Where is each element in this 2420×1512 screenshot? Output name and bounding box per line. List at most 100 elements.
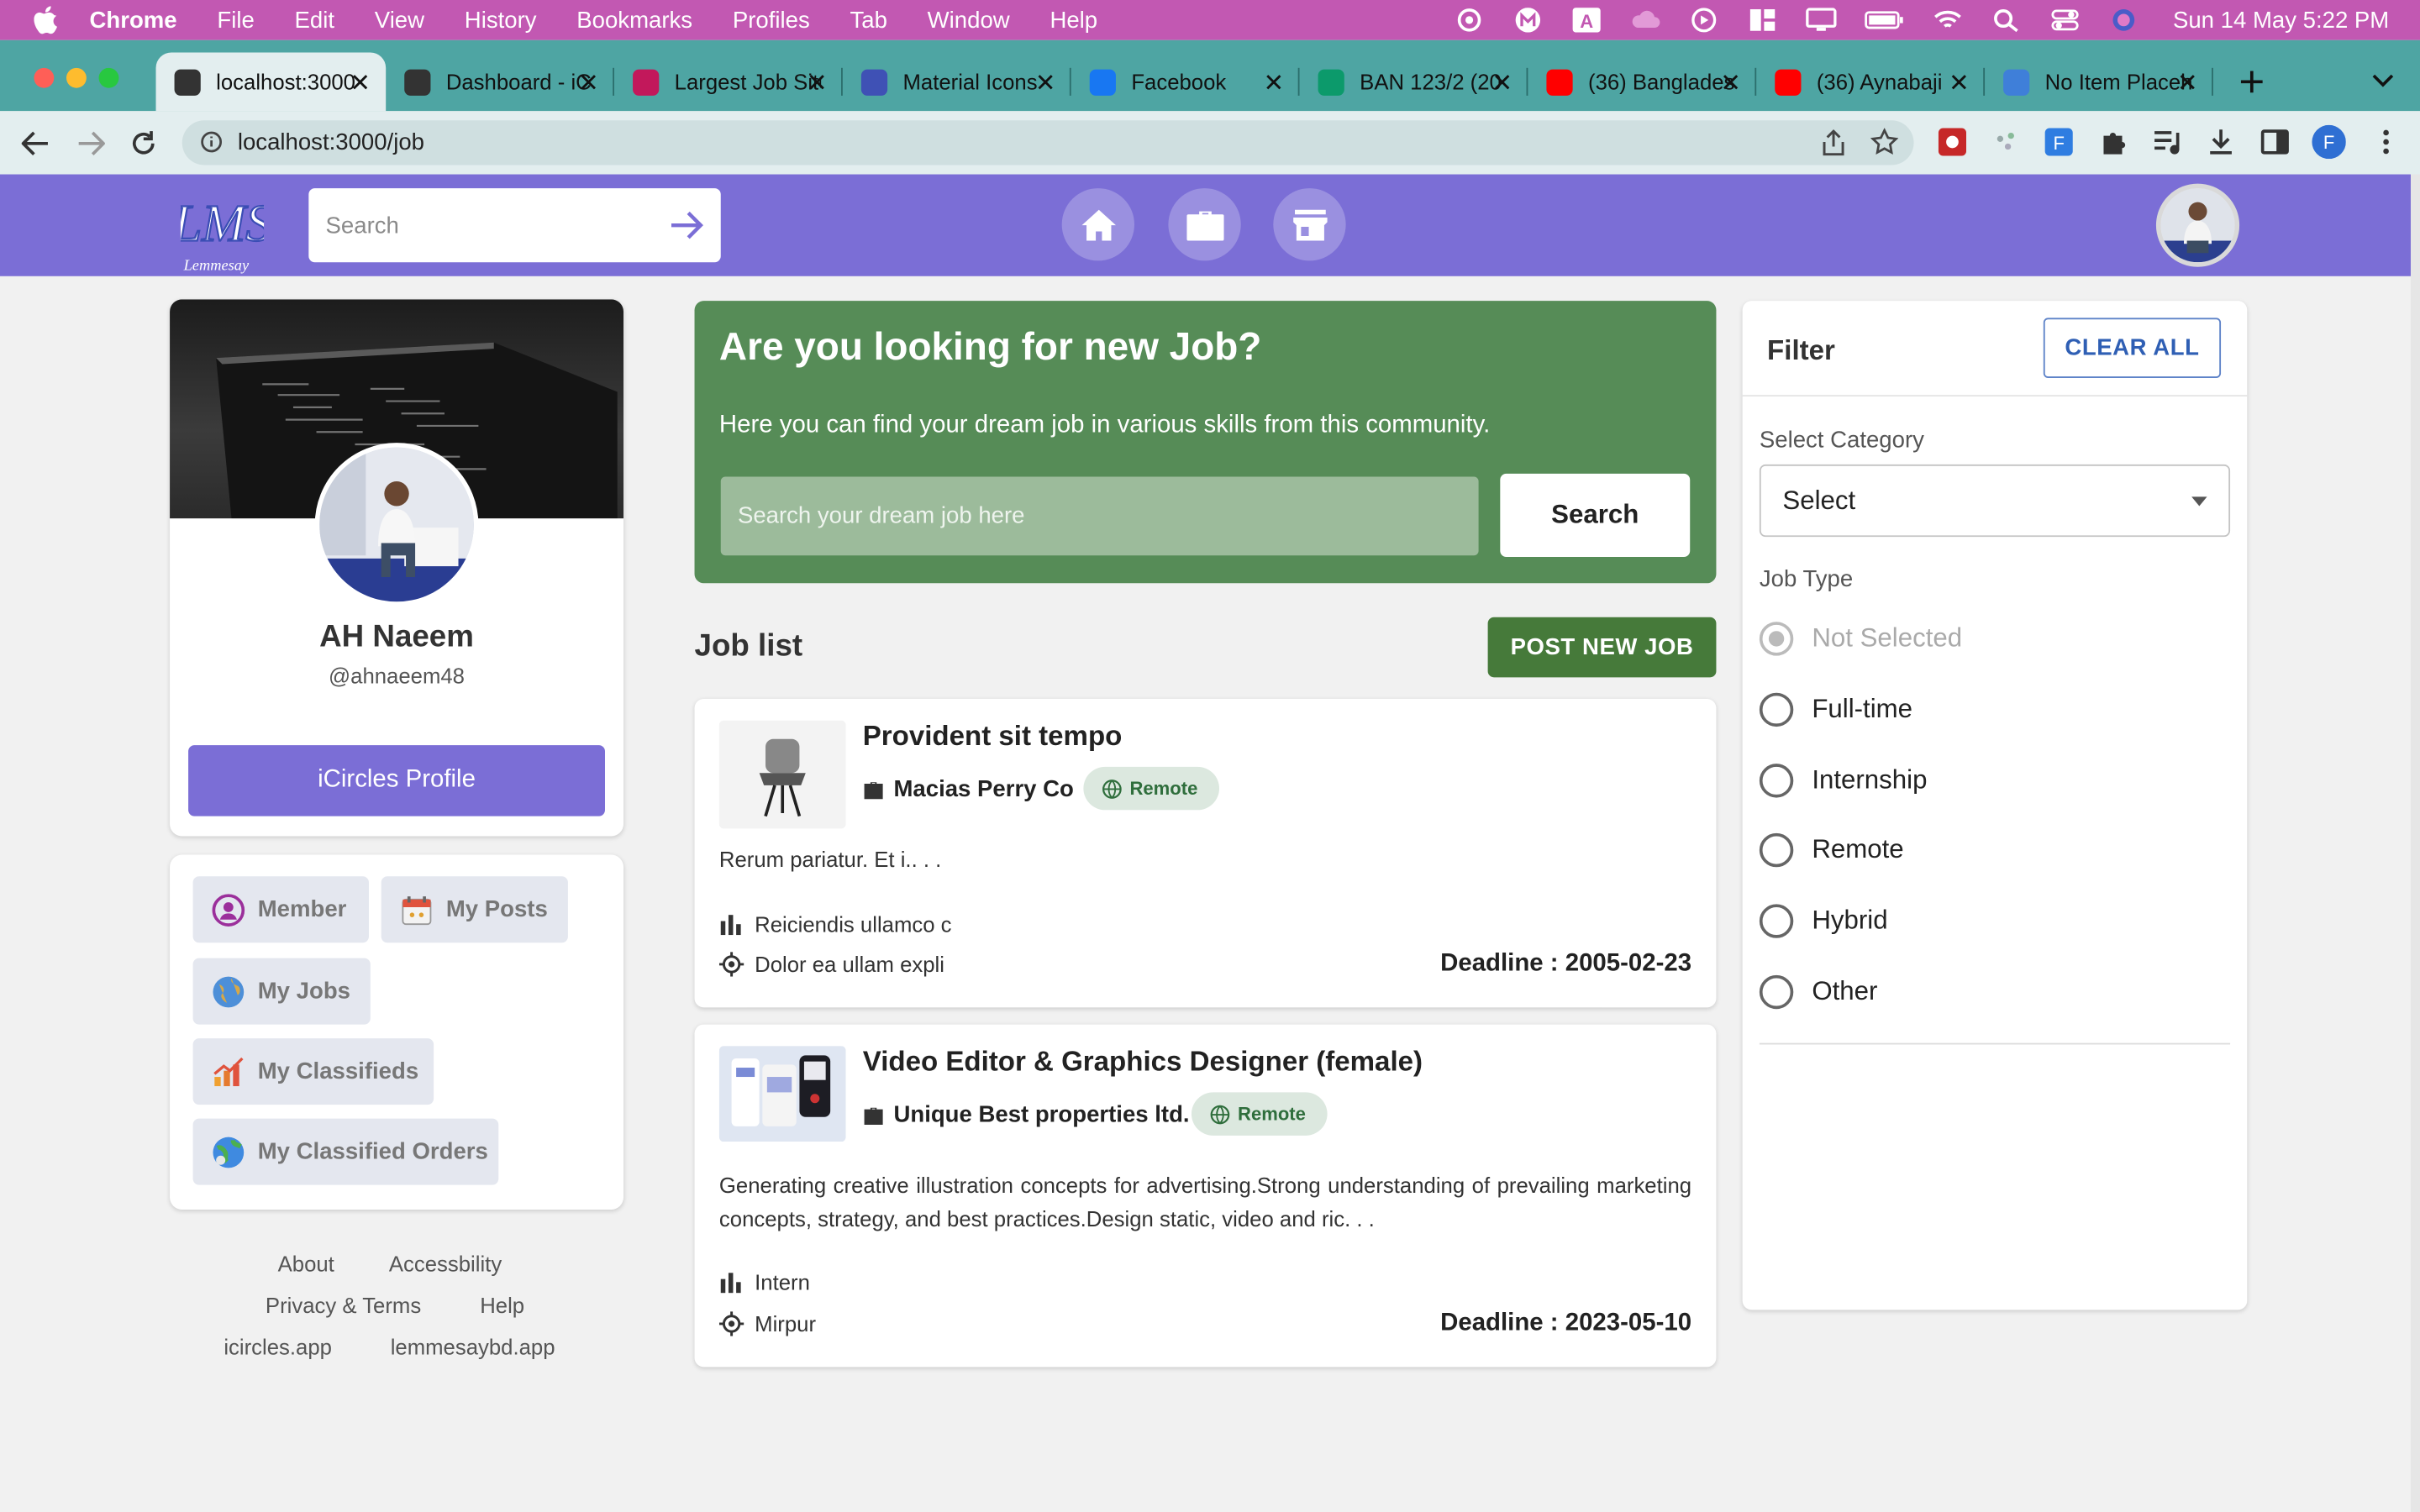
header-search-input[interactable] xyxy=(325,212,634,239)
cloud-icon[interactable] xyxy=(1629,8,1660,32)
reload-button[interactable] xyxy=(127,126,160,160)
browser-tab[interactable]: No Item Placeholder✕ xyxy=(1985,52,2213,111)
download-icon[interactable] xyxy=(2206,127,2237,158)
side-panel-icon[interactable] xyxy=(2260,127,2291,158)
close-tab-icon[interactable]: ✕ xyxy=(350,68,371,99)
m-app-icon[interactable] xyxy=(1512,8,1544,33)
my-jobs-link[interactable]: My Jobs xyxy=(192,958,371,1025)
siri-icon[interactable] xyxy=(2108,8,2139,32)
close-tab-icon[interactable]: ✕ xyxy=(578,68,599,99)
menu-help[interactable]: Help xyxy=(1050,7,1097,33)
job-type-radio-full-time[interactable]: Full-time xyxy=(1759,692,1912,727)
profile-name[interactable]: AH Naeem xyxy=(170,620,623,655)
footer-about-link[interactable]: About xyxy=(278,1252,334,1276)
extension-dots-icon[interactable] xyxy=(1991,127,2022,158)
profile-avatar-icon[interactable]: F xyxy=(2312,124,2346,160)
share-icon[interactable] xyxy=(1821,129,1845,156)
close-tab-icon[interactable]: ✕ xyxy=(1491,68,1512,99)
browser-tab[interactable]: (36) Bangladesh ✕ xyxy=(1528,52,1757,111)
chrome-menu-icon[interactable] xyxy=(2370,127,2402,158)
footer-lemmesay-link[interactable]: lemmesaybd.app xyxy=(391,1335,555,1359)
my-posts-link[interactable]: My Posts xyxy=(381,876,568,943)
job-card[interactable]: Video Editor & Graphics Designer (female… xyxy=(694,1024,1717,1368)
job-card[interactable]: Provident sit tempo Macias Perry Co Remo… xyxy=(694,699,1717,1008)
extensions-puzzle-icon[interactable] xyxy=(2099,127,2130,158)
layout-icon[interactable] xyxy=(1747,8,1778,32)
store-nav-button[interactable] xyxy=(1273,188,1346,261)
job-type-radio-hybrid[interactable]: Hybrid xyxy=(1759,904,1888,938)
battery-icon[interactable] xyxy=(1865,8,1905,32)
display-icon[interactable] xyxy=(1806,8,1837,32)
extension-red-icon[interactable] xyxy=(1937,127,1968,158)
close-tab-icon[interactable]: ✕ xyxy=(1949,68,1970,99)
clear-all-button[interactable]: CLEAR ALL xyxy=(2043,318,2222,378)
menu-edit[interactable]: Edit xyxy=(295,7,334,33)
browser-tab[interactable]: localhost:3000 ✕ xyxy=(155,52,387,112)
footer-icircles-link[interactable]: icircles.app xyxy=(224,1335,332,1359)
browser-tab[interactable]: BAN 123/2 (20 ov)✕ xyxy=(1300,52,1528,111)
site-info-icon[interactable] xyxy=(201,131,223,153)
post-new-job-button[interactable]: POST NEW JOB xyxy=(1487,617,1717,678)
bookmark-star-icon[interactable] xyxy=(1870,128,1899,155)
browser-tab[interactable]: (36) Aynabaji ✕ xyxy=(1756,52,1986,111)
close-tab-icon[interactable]: ✕ xyxy=(1035,68,1056,99)
forward-button[interactable] xyxy=(74,126,108,160)
job-type-radio-internship[interactable]: Internship xyxy=(1759,764,1927,798)
minimize-window-button[interactable] xyxy=(66,67,87,88)
address-url[interactable]: localhost:3000/job xyxy=(238,129,424,155)
job-type-radio-not-selected[interactable]: Not Selected xyxy=(1759,622,1962,656)
menubar-clock[interactable]: Sun 14 May 5:22 PM xyxy=(2173,7,2389,33)
close-tab-icon[interactable]: ✕ xyxy=(1264,68,1285,99)
spotlight-search-icon[interactable] xyxy=(1991,8,2022,33)
tab-search-chevron-icon[interactable] xyxy=(2370,71,2395,89)
creative-cloud-icon[interactable] xyxy=(1454,8,1485,32)
menu-file[interactable]: File xyxy=(217,7,254,33)
search-submit-arrow-icon[interactable] xyxy=(668,210,705,241)
extension-blue-icon[interactable]: F xyxy=(2044,127,2075,158)
profile-avatar[interactable] xyxy=(314,443,479,606)
text-input-icon[interactable]: A xyxy=(1571,8,1602,33)
job-type-radio-other[interactable]: Other xyxy=(1759,974,1877,1010)
close-tab-icon[interactable]: ✕ xyxy=(807,68,828,99)
footer-help-link[interactable]: Help xyxy=(480,1293,524,1317)
browser-tab[interactable]: Facebook ✕ xyxy=(1071,52,1300,111)
menu-history[interactable]: History xyxy=(465,7,537,33)
new-tab-icon[interactable] xyxy=(2238,68,2265,96)
back-button[interactable] xyxy=(18,126,52,160)
menu-view[interactable]: View xyxy=(375,7,424,33)
my-classified-orders-link[interactable]: My Classified Orders xyxy=(192,1118,499,1185)
play-icon[interactable] xyxy=(1688,8,1719,33)
browser-tab[interactable]: Largest Job Site ✕ xyxy=(614,52,843,111)
lemmesay-logo[interactable]: LMS Lemmesay xyxy=(171,185,272,275)
member-link[interactable]: Member xyxy=(192,876,369,943)
browser-tab[interactable]: Material Icons ✕ xyxy=(843,52,1071,111)
close-window-button[interactable] xyxy=(34,67,55,88)
close-tab-icon[interactable]: ✕ xyxy=(1720,68,1741,99)
job-search-button[interactable]: Search xyxy=(1500,473,1691,558)
address-bar[interactable]: localhost:3000/job xyxy=(182,120,1914,165)
job-type-radio-remote[interactable]: Remote xyxy=(1759,832,1904,868)
job-title[interactable]: Video Editor & Graphics Designer (female… xyxy=(863,1046,1423,1079)
icircles-profile-button[interactable]: iCircles Profile xyxy=(188,745,605,816)
page-scrollbar[interactable] xyxy=(2410,174,2420,1512)
media-control-icon[interactable] xyxy=(2151,127,2182,158)
footer-accessibility-link[interactable]: Accessbility xyxy=(389,1252,502,1276)
control-center-icon[interactable] xyxy=(2049,8,2081,32)
menu-bookmarks[interactable]: Bookmarks xyxy=(576,7,692,33)
menu-tab[interactable]: Tab xyxy=(850,7,886,33)
close-tab-icon[interactable]: ✕ xyxy=(2177,68,2198,99)
my-classifieds-link[interactable]: My Classifieds xyxy=(192,1038,434,1105)
menu-window[interactable]: Window xyxy=(928,7,1010,33)
footer-privacy-terms-link[interactable]: Privacy & Terms xyxy=(266,1293,421,1317)
wifi-icon[interactable] xyxy=(1932,8,1963,32)
jobs-nav-button[interactable] xyxy=(1168,188,1241,261)
category-select[interactable]: Select xyxy=(1759,464,2231,538)
menu-profiles[interactable]: Profiles xyxy=(733,7,810,33)
zoom-window-button[interactable] xyxy=(98,67,119,88)
apple-icon[interactable] xyxy=(34,6,58,34)
job-search-input[interactable] xyxy=(720,476,1479,556)
job-title[interactable]: Provident sit tempo xyxy=(863,721,1123,753)
header-user-avatar[interactable] xyxy=(2155,183,2240,267)
home-nav-button[interactable] xyxy=(1061,188,1134,261)
browser-tab[interactable]: Dashboard - iCircles✕ xyxy=(386,52,615,111)
